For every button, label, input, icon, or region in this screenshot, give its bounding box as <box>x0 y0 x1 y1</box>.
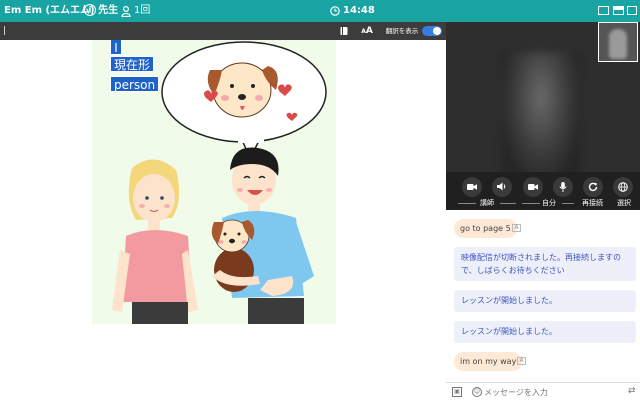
chat-message-user: im on my way <box>454 352 523 371</box>
select-label: 選択 <box>617 199 631 207</box>
self-video-feed <box>609 29 627 59</box>
text-cursor <box>4 26 5 35</box>
chat-message-system: レッスンが開始しました。 <box>454 290 636 312</box>
emoji-icon[interactable]: ☺ <box>472 387 482 397</box>
lesson-count-text: 1回 <box>134 5 151 16</box>
clock-icon <box>330 6 340 16</box>
self-label: 自分 <box>542 199 556 207</box>
camera-icon <box>467 184 477 190</box>
chat-message-system: レッスンが開始しました。 <box>454 321 636 343</box>
material-area: I 現在形 person <box>0 40 446 401</box>
person-icon <box>121 5 131 17</box>
timer-text: 14:48 <box>343 5 375 16</box>
font-size-button[interactable]: AA <box>360 24 374 38</box>
select-button[interactable] <box>613 177 633 197</box>
self-video-preview <box>598 22 638 62</box>
translate-input-icon[interactable]: ⇄ <box>628 386 636 396</box>
self-mic-button[interactable] <box>553 177 573 197</box>
book-icon <box>340 27 348 35</box>
translate-icon[interactable]: A <box>512 224 521 232</box>
teacher-video-feed <box>501 52 581 172</box>
info-icon[interactable]: i <box>84 4 96 16</box>
self-divider-right <box>562 203 574 204</box>
teacher-label: 講師 <box>480 199 494 207</box>
translate-toggle[interactable] <box>422 26 442 36</box>
self-divider-left <box>522 203 540 204</box>
lesson-slide: I 現在形 person <box>92 40 336 324</box>
refresh-icon <box>588 182 598 192</box>
image-attach-icon[interactable]: ▣ <box>452 387 462 397</box>
globe-icon <box>618 182 628 192</box>
layout-split-icon[interactable] <box>613 6 624 15</box>
layout-full-icon[interactable] <box>627 6 637 15</box>
slide-tag-i: I <box>110 40 122 55</box>
chat-input-bar: ▣ ☺ ⇄ <box>446 382 640 401</box>
translate-icon[interactable]: A <box>517 357 526 365</box>
top-bar: Em Em (エムエム) 先生 i 1回 14:48 <box>0 0 640 22</box>
lesson-timer: 14:48 <box>330 4 375 18</box>
self-camera-button[interactable] <box>523 177 543 197</box>
teacher-camera-button[interactable] <box>462 177 482 197</box>
chat-message-system: 映像配信が切断されました。再接続しますので、しばらくお待ちください <box>454 247 636 281</box>
material-toolbar: AA 翻訳を表示 <box>0 22 446 40</box>
chat-message-input[interactable] <box>484 385 624 399</box>
video-controls: 講師 自分 再接続 選択 <box>446 172 640 210</box>
teacher-volume-button[interactable] <box>492 177 512 197</box>
layout-single-icon[interactable] <box>598 6 609 15</box>
lesson-count: 1回 <box>121 4 150 18</box>
slide-tag-person: person <box>110 76 160 92</box>
reconnect-label: 再接続 <box>582 199 603 207</box>
teacher-divider-right <box>500 203 516 204</box>
translate-label: 翻訳を表示 <box>385 27 419 35</box>
camera-icon <box>528 184 538 190</box>
reconnect-button[interactable] <box>583 177 603 197</box>
teacher-divider-left <box>458 203 476 204</box>
chat-message-user: go to page 5 <box>454 219 517 238</box>
slide-tag-present-tense: 現在形 <box>110 56 155 72</box>
teacher-name: Em Em (エムエム) 先生 <box>4 5 119 16</box>
chat-panel: go to page 5 A 映像配信が切断されました。再接続しますので、しばら… <box>446 210 640 382</box>
microphone-icon <box>559 182 567 192</box>
font-size-large: A <box>365 26 373 36</box>
speaker-icon <box>497 182 506 191</box>
dictionary-button[interactable] <box>337 24 351 38</box>
